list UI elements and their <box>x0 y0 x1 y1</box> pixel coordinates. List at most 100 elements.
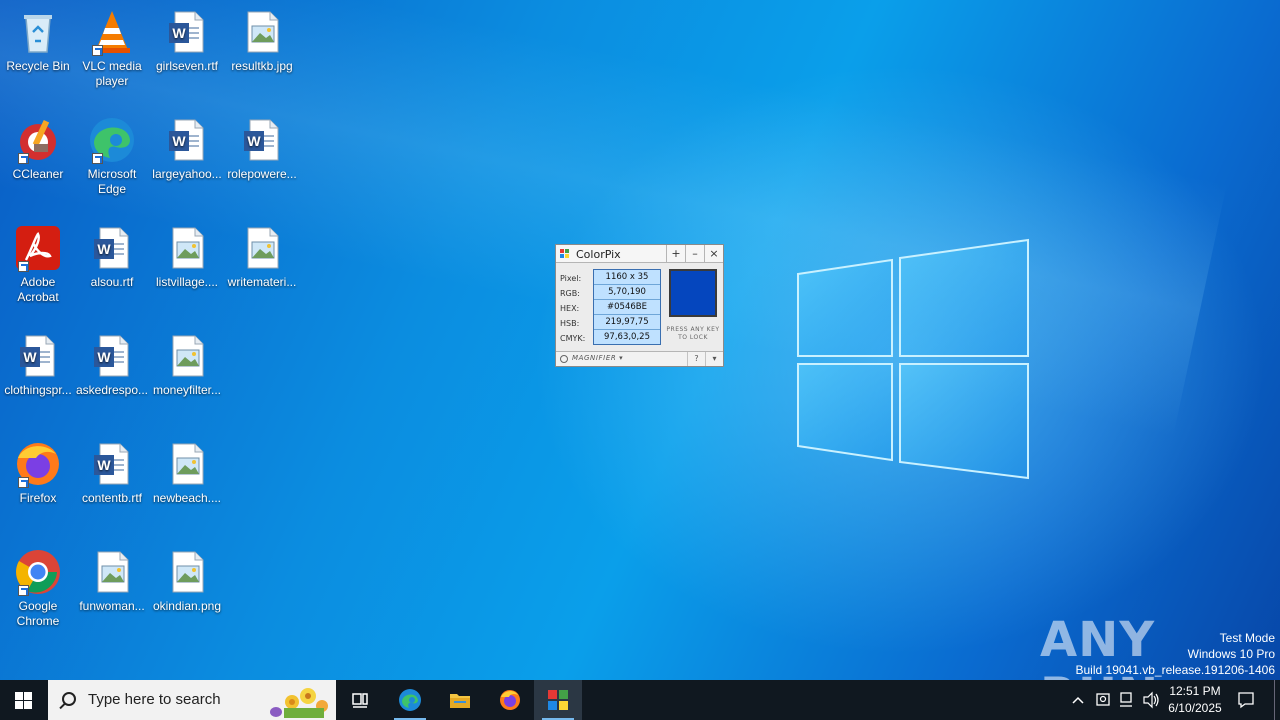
word-doc-icon: W <box>88 440 136 488</box>
taskbar-colorpix-button[interactable] <box>534 680 582 720</box>
pin-button[interactable]: + <box>666 245 685 263</box>
recycle-bin-icon <box>14 8 62 56</box>
task-view-button[interactable] <box>336 680 384 720</box>
desktop-icon[interactable]: VLC media player <box>74 8 150 89</box>
clock-date: 6/10/2025 <box>1168 701 1222 715</box>
network-icon <box>1120 692 1132 707</box>
desktop-icon[interactable]: Wgirlseven.rtf <box>149 8 225 74</box>
desktop-icon[interactable]: Wrolepowere... <box>224 116 300 182</box>
colorpix-icon <box>548 690 568 710</box>
desktop-icon[interactable]: Recycle Bin <box>0 8 76 74</box>
word-doc-icon: W <box>163 116 211 164</box>
image-file-icon <box>88 548 136 596</box>
taskbar-file-explorer-button[interactable] <box>436 680 484 720</box>
desktop-icon[interactable]: Adobe Acrobat <box>0 224 76 305</box>
image-file-icon <box>238 8 286 56</box>
chevron-up-icon <box>1072 696 1084 704</box>
desktop-icon[interactable]: funwoman... <box>74 548 150 614</box>
desktop-icon[interactable]: newbeach.... <box>149 440 225 506</box>
speaker-icon <box>1143 691 1159 709</box>
tray-security-icon-button[interactable] <box>1093 680 1113 720</box>
desktop-icon[interactable]: Google Chrome <box>0 548 76 629</box>
taskbar-firefox-button[interactable] <box>486 680 534 720</box>
windows-start-icon <box>15 692 32 709</box>
colorpix-app-icon <box>560 249 570 259</box>
svg-text:W: W <box>172 25 186 41</box>
search-icon <box>62 692 76 706</box>
chrome-icon <box>14 548 62 596</box>
start-button[interactable] <box>0 680 48 720</box>
image-file-icon <box>163 548 211 596</box>
desktop-icon[interactable]: CCleaner <box>0 116 76 182</box>
desktop-icon-label: CCleaner <box>12 167 64 181</box>
taskbar-edge-button[interactable] <box>386 680 434 720</box>
rgb-label: RGB: <box>560 289 580 298</box>
pixel-value[interactable]: 1160 x 35 <box>594 270 660 285</box>
help-button[interactable]: ? <box>687 352 705 366</box>
desktop-icon-label: girlseven.rtf <box>155 59 219 73</box>
tray-network-button[interactable] <box>1117 680 1137 720</box>
hsb-label: HSB: <box>560 319 580 328</box>
shortcut-arrow-icon <box>92 45 103 56</box>
desktop-icon-label: moneyfilter... <box>152 383 222 397</box>
desktop-icon-label: VLC media player <box>82 59 142 88</box>
hsb-value[interactable]: 219,97,75 <box>594 315 660 330</box>
desktop-icon[interactable]: Wlargeyahoo... <box>149 116 225 182</box>
cmyk-value[interactable]: 97,63,0,25 <box>594 330 660 345</box>
edge-icon <box>88 116 136 164</box>
show-hidden-icons-button[interactable] <box>1068 680 1088 720</box>
desktop-icon[interactable]: Wclothingspr... <box>0 332 76 398</box>
test-mode-watermark: Test Mode Windows 10 Pro Build 19041.vb_… <box>1076 630 1276 678</box>
desktop-icon[interactable]: writemateri... <box>224 224 300 290</box>
watermark-line-1: Test Mode <box>1219 631 1275 645</box>
desktop-icon-label: rolepowere... <box>227 167 297 181</box>
cmyk-label: CMYK: <box>560 334 586 343</box>
desktop-icon[interactable]: Walsou.rtf <box>74 224 150 290</box>
desktop-icon-label: Adobe Acrobat <box>17 275 59 304</box>
show-desktop-button[interactable] <box>1274 680 1275 720</box>
image-file-icon <box>163 440 211 488</box>
colorpix-values: 1160 x 35 5,70,190 #0546BE 219,97,75 97,… <box>593 269 661 345</box>
word-doc-icon: W <box>14 332 62 380</box>
desktop-icon[interactable]: okindian.png <box>149 548 225 614</box>
search-placeholder: Type here to search <box>88 691 221 708</box>
desktop-icon[interactable]: moneyfilter... <box>149 332 225 398</box>
desktop-icon-label: writemateri... <box>227 275 297 289</box>
hex-value[interactable]: #0546BE <box>594 300 660 315</box>
options-menu-button[interactable]: ▾ <box>705 352 723 366</box>
colorpix-titlebar[interactable]: ColorPix + – × <box>556 245 723 263</box>
watermark-line-2: Windows 10 Pro <box>1187 647 1275 661</box>
word-doc-icon: W <box>88 332 136 380</box>
color-swatch <box>669 269 717 317</box>
desktop-icon[interactable]: Wcontentb.rtf <box>74 440 150 506</box>
vlc-icon <box>88 8 136 56</box>
firefox-icon <box>500 690 520 710</box>
shortcut-arrow-icon <box>18 477 29 488</box>
tray-volume-button[interactable] <box>1141 680 1161 720</box>
desktop-icon-label: Firefox <box>19 491 57 505</box>
minimize-button[interactable]: – <box>685 245 704 263</box>
folder-icon <box>450 694 470 708</box>
desktop-icon-label: listvillage.... <box>155 275 219 289</box>
taskbar-clock[interactable]: 12:51 PM 6/10/2025 <box>1160 683 1230 717</box>
colorpix-window[interactable]: ColorPix + – × Pixel: RGB: HEX: HSB: CMY… <box>555 244 724 367</box>
close-button[interactable]: × <box>704 245 723 263</box>
shortcut-arrow-icon <box>18 585 29 596</box>
acrobat-icon <box>14 224 62 272</box>
desktop-icon[interactable]: listvillage.... <box>149 224 225 290</box>
word-doc-icon: W <box>163 8 211 56</box>
svg-text:W: W <box>97 349 111 365</box>
hex-label: HEX: <box>560 304 580 313</box>
word-doc-icon: W <box>88 224 136 272</box>
desktop-icon[interactable]: Microsoft Edge <box>74 116 150 197</box>
magnifier-button[interactable]: MAGNIFIER ▾ <box>572 354 623 362</box>
svg-text:W: W <box>172 133 186 149</box>
action-center-icon[interactable] <box>1236 690 1256 710</box>
taskbar: Type here to search 12:51 PM 6/10/2025 <box>0 680 1280 720</box>
image-file-icon <box>163 224 211 272</box>
desktop-icon[interactable]: Firefox <box>0 440 76 506</box>
rgb-value[interactable]: 5,70,190 <box>594 285 660 300</box>
desktop-icon[interactable]: Waskedrespo... <box>74 332 150 398</box>
taskbar-search-box[interactable]: Type here to search <box>48 680 336 720</box>
desktop-icon[interactable]: resultkb.jpg <box>224 8 300 74</box>
